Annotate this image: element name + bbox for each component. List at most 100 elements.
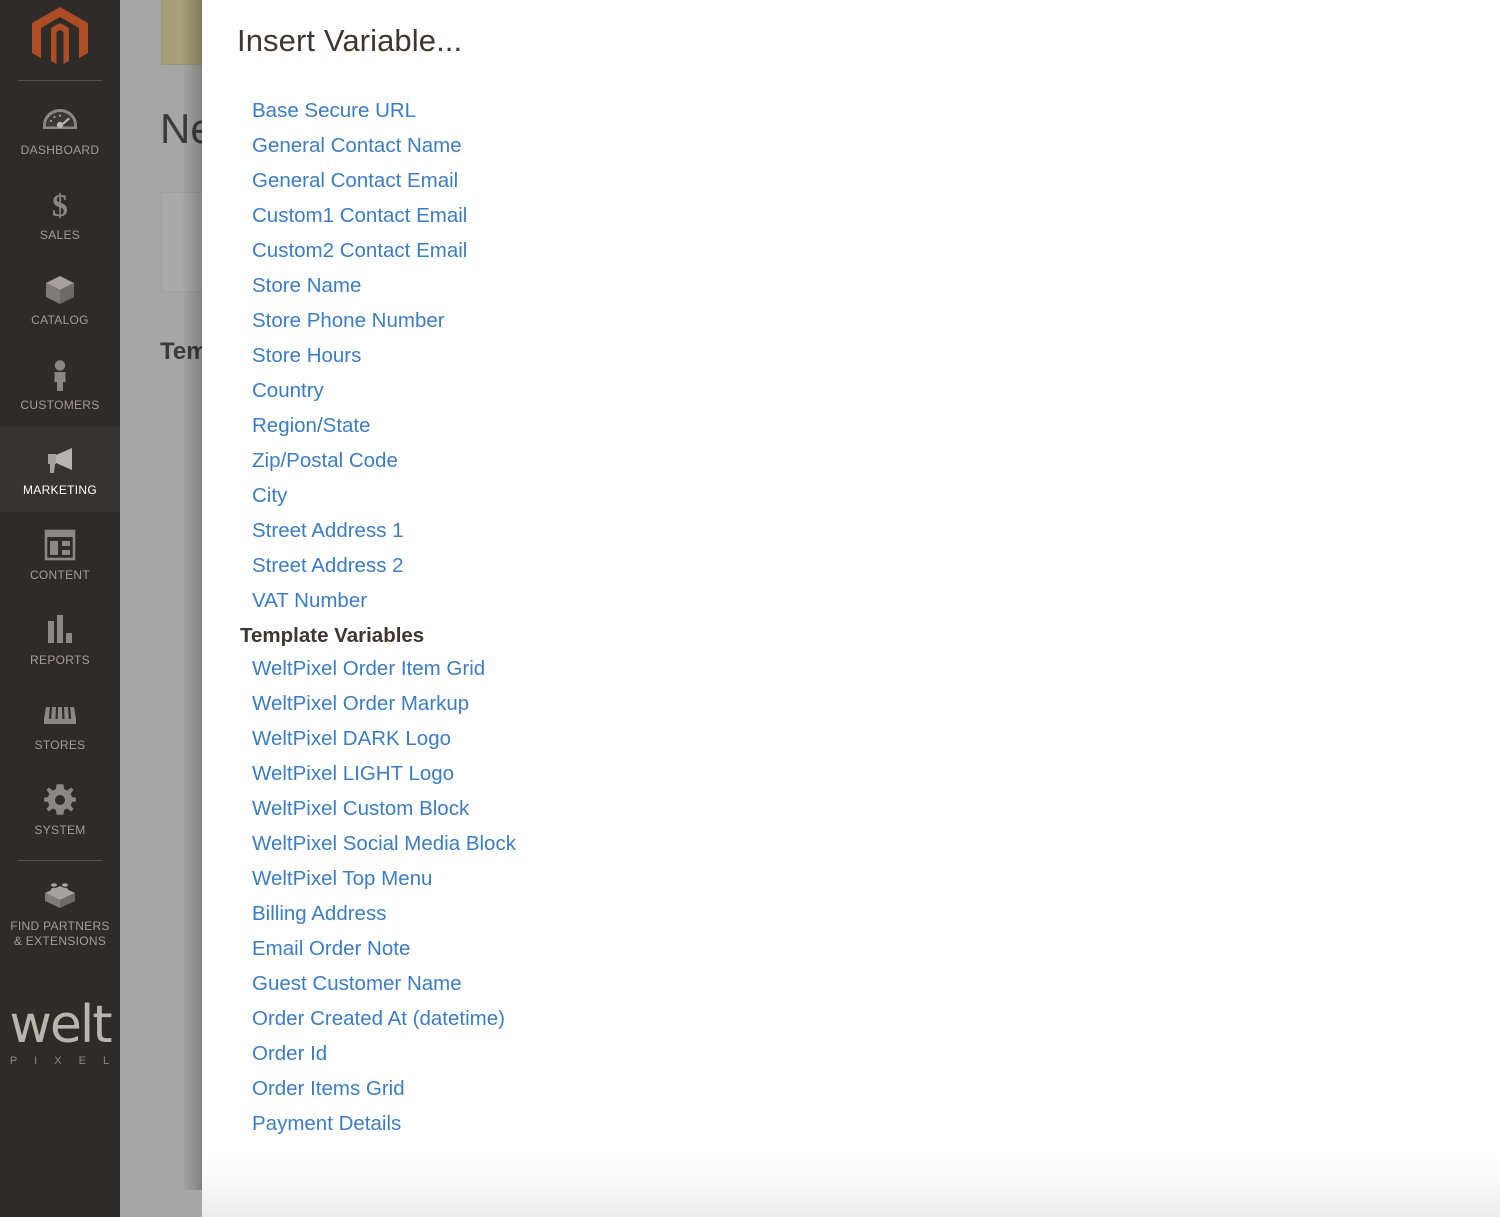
layout-icon xyxy=(4,528,116,562)
list-item[interactable]: Country xyxy=(202,374,1500,409)
variable-link[interactable]: WeltPixel Order Markup xyxy=(252,692,469,715)
sidebar-item-label: STORES xyxy=(4,738,116,753)
sidebar-divider-top xyxy=(18,80,102,81)
variable-link[interactable]: Custom1 Contact Email xyxy=(252,204,467,227)
variable-link[interactable]: Zip/Postal Code xyxy=(252,449,398,472)
list-item[interactable]: Email Order Note xyxy=(202,932,1500,967)
variable-link[interactable]: WeltPixel Order Item Grid xyxy=(252,657,485,680)
list-item[interactable]: City xyxy=(202,479,1500,514)
variable-link[interactable]: Email Order Note xyxy=(252,937,410,960)
sidebar-item-catalog[interactable]: CATALOG xyxy=(0,257,120,342)
list-item[interactable]: Store Phone Number xyxy=(202,304,1500,339)
list-item[interactable]: Order Created At (datetime) xyxy=(202,1002,1500,1037)
variable-link[interactable]: Guest Customer Name xyxy=(252,972,462,995)
insert-variable-modal: Insert Variable... Base Secure URL Gener… xyxy=(202,0,1500,1190)
sidebar-item-find-partners-extensions[interactable]: FIND PARTNERS & EXTENSIONS xyxy=(0,863,120,963)
list-item[interactable]: WeltPixel Order Markup xyxy=(202,687,1500,722)
list-item[interactable]: General Contact Email xyxy=(202,164,1500,199)
sidebar-item-label: CUSTOMERS xyxy=(4,398,116,413)
variable-link[interactable]: Order Id xyxy=(252,1042,327,1065)
person-icon xyxy=(4,358,116,392)
variable-link[interactable]: Payment Details xyxy=(252,1112,401,1135)
list-item[interactable]: Guest Customer Name xyxy=(202,967,1500,1002)
variable-link[interactable]: VAT Number xyxy=(252,589,367,612)
modal-left-shadow xyxy=(182,0,202,1190)
list-item[interactable]: WeltPixel DARK Logo xyxy=(202,722,1500,757)
variable-link[interactable]: Region/State xyxy=(252,414,371,437)
variable-link[interactable]: WeltPixel Top Menu xyxy=(252,867,432,890)
variable-link[interactable]: WeltPixel DARK Logo xyxy=(252,727,451,750)
variable-link[interactable]: City xyxy=(252,484,287,507)
sidebar-item-label-line2: & EXTENSIONS xyxy=(14,934,106,948)
magento-logo-icon xyxy=(32,7,88,74)
sidebar-item-label: FIND PARTNERS & EXTENSIONS xyxy=(4,919,116,949)
sidebar-item-label-line1: FIND PARTNERS xyxy=(10,919,109,933)
list-item[interactable]: Zip/Postal Code xyxy=(202,444,1500,479)
list-item[interactable]: Custom1 Contact Email xyxy=(202,199,1500,234)
list-item[interactable]: Street Address 2 xyxy=(202,549,1500,584)
variable-link[interactable]: Street Address 1 xyxy=(252,519,404,542)
megaphone-icon xyxy=(4,443,116,477)
variable-link[interactable]: General Contact Name xyxy=(252,134,462,157)
sidebar-item-stores[interactable]: STORES xyxy=(0,682,120,767)
svg-text:$: $ xyxy=(52,188,68,222)
variable-link[interactable]: WeltPixel Custom Block xyxy=(252,797,469,820)
magento-logo[interactable] xyxy=(0,0,120,80)
variable-link[interactable]: WeltPixel Social Media Block xyxy=(252,832,516,855)
list-item[interactable]: Region/State xyxy=(202,409,1500,444)
brand-subtitle: P I X E L xyxy=(0,1055,120,1067)
variable-link[interactable]: Order Created At (datetime) xyxy=(252,1007,505,1030)
sidebar-item-content[interactable]: CONTENT xyxy=(0,512,120,597)
list-item[interactable]: WeltPixel Order Item Grid xyxy=(202,652,1500,687)
admin-sidebar: DASHBOARD $ SALES CATALOG xyxy=(0,0,120,1217)
variable-link[interactable]: Custom2 Contact Email xyxy=(252,239,467,262)
list-item[interactable]: Order Items Grid xyxy=(202,1072,1500,1107)
list-item[interactable]: Store Name xyxy=(202,269,1500,304)
sidebar-item-reports[interactable]: REPORTS xyxy=(0,597,120,682)
modal-title: Insert Variable... xyxy=(202,0,1500,60)
list-item[interactable]: Store Hours xyxy=(202,339,1500,374)
list-item[interactable]: General Contact Name xyxy=(202,129,1500,164)
list-item[interactable]: WeltPixel Custom Block xyxy=(202,792,1500,827)
sidebar-divider-bottom xyxy=(18,860,102,861)
variable-link[interactable]: Country xyxy=(252,379,324,402)
sidebar-item-label: DASHBOARD xyxy=(4,143,116,158)
gear-icon xyxy=(4,783,116,817)
variable-link[interactable]: Store Phone Number xyxy=(252,309,445,332)
sidebar-item-sales[interactable]: $ SALES xyxy=(0,172,120,257)
variable-link[interactable]: General Contact Email xyxy=(252,169,458,192)
list-item[interactable]: Payment Details xyxy=(202,1107,1500,1142)
sidebar-item-dashboard[interactable]: DASHBOARD xyxy=(0,87,120,172)
list-item[interactable]: VAT Number xyxy=(202,584,1500,619)
lego-brick-icon xyxy=(4,879,116,913)
sidebar-item-label: REPORTS xyxy=(4,653,116,668)
sidebar-item-label: MARKETING xyxy=(4,483,116,498)
list-item[interactable]: Billing Address xyxy=(202,897,1500,932)
variable-link[interactable]: WeltPixel LIGHT Logo xyxy=(252,762,454,785)
list-item[interactable]: Custom2 Contact Email xyxy=(202,234,1500,269)
list-item[interactable]: WeltPixel Top Menu xyxy=(202,862,1500,897)
list-item[interactable]: Street Address 1 xyxy=(202,514,1500,549)
sidebar-item-customers[interactable]: CUSTOMERS xyxy=(0,342,120,427)
variable-group-heading: Template Variables xyxy=(202,619,1500,652)
variable-link[interactable]: Store Hours xyxy=(252,344,361,367)
variable-link[interactable]: Store Name xyxy=(252,274,361,297)
sidebar-item-marketing[interactable]: MARKETING xyxy=(0,427,120,512)
list-item[interactable]: Order Id xyxy=(202,1037,1500,1072)
variable-link[interactable]: Base Secure URL xyxy=(252,99,416,122)
brand-name: welt xyxy=(0,999,120,1051)
sidebar-item-label: SYSTEM xyxy=(4,823,116,838)
variable-link[interactable]: Street Address 2 xyxy=(252,554,404,577)
list-item[interactable]: WeltPixel LIGHT Logo xyxy=(202,757,1500,792)
sidebar-item-label: CATALOG xyxy=(4,313,116,328)
variable-link[interactable]: Order Items Grid xyxy=(252,1077,405,1100)
list-item[interactable]: Base Secure URL xyxy=(202,94,1500,129)
admin-screen: Ne Tem xyxy=(0,0,1500,1217)
weltpixel-brand-logo: welt P I X E L xyxy=(0,999,120,1067)
variable-link[interactable]: Billing Address xyxy=(252,902,386,925)
list-item[interactable]: WeltPixel Social Media Block xyxy=(202,827,1500,862)
variable-list: Base Secure URL General Contact Name Gen… xyxy=(202,60,1500,1217)
sidebar-item-system[interactable]: SYSTEM xyxy=(0,767,120,852)
bar-chart-icon xyxy=(4,613,116,647)
sidebar-item-label: CONTENT xyxy=(4,568,116,583)
